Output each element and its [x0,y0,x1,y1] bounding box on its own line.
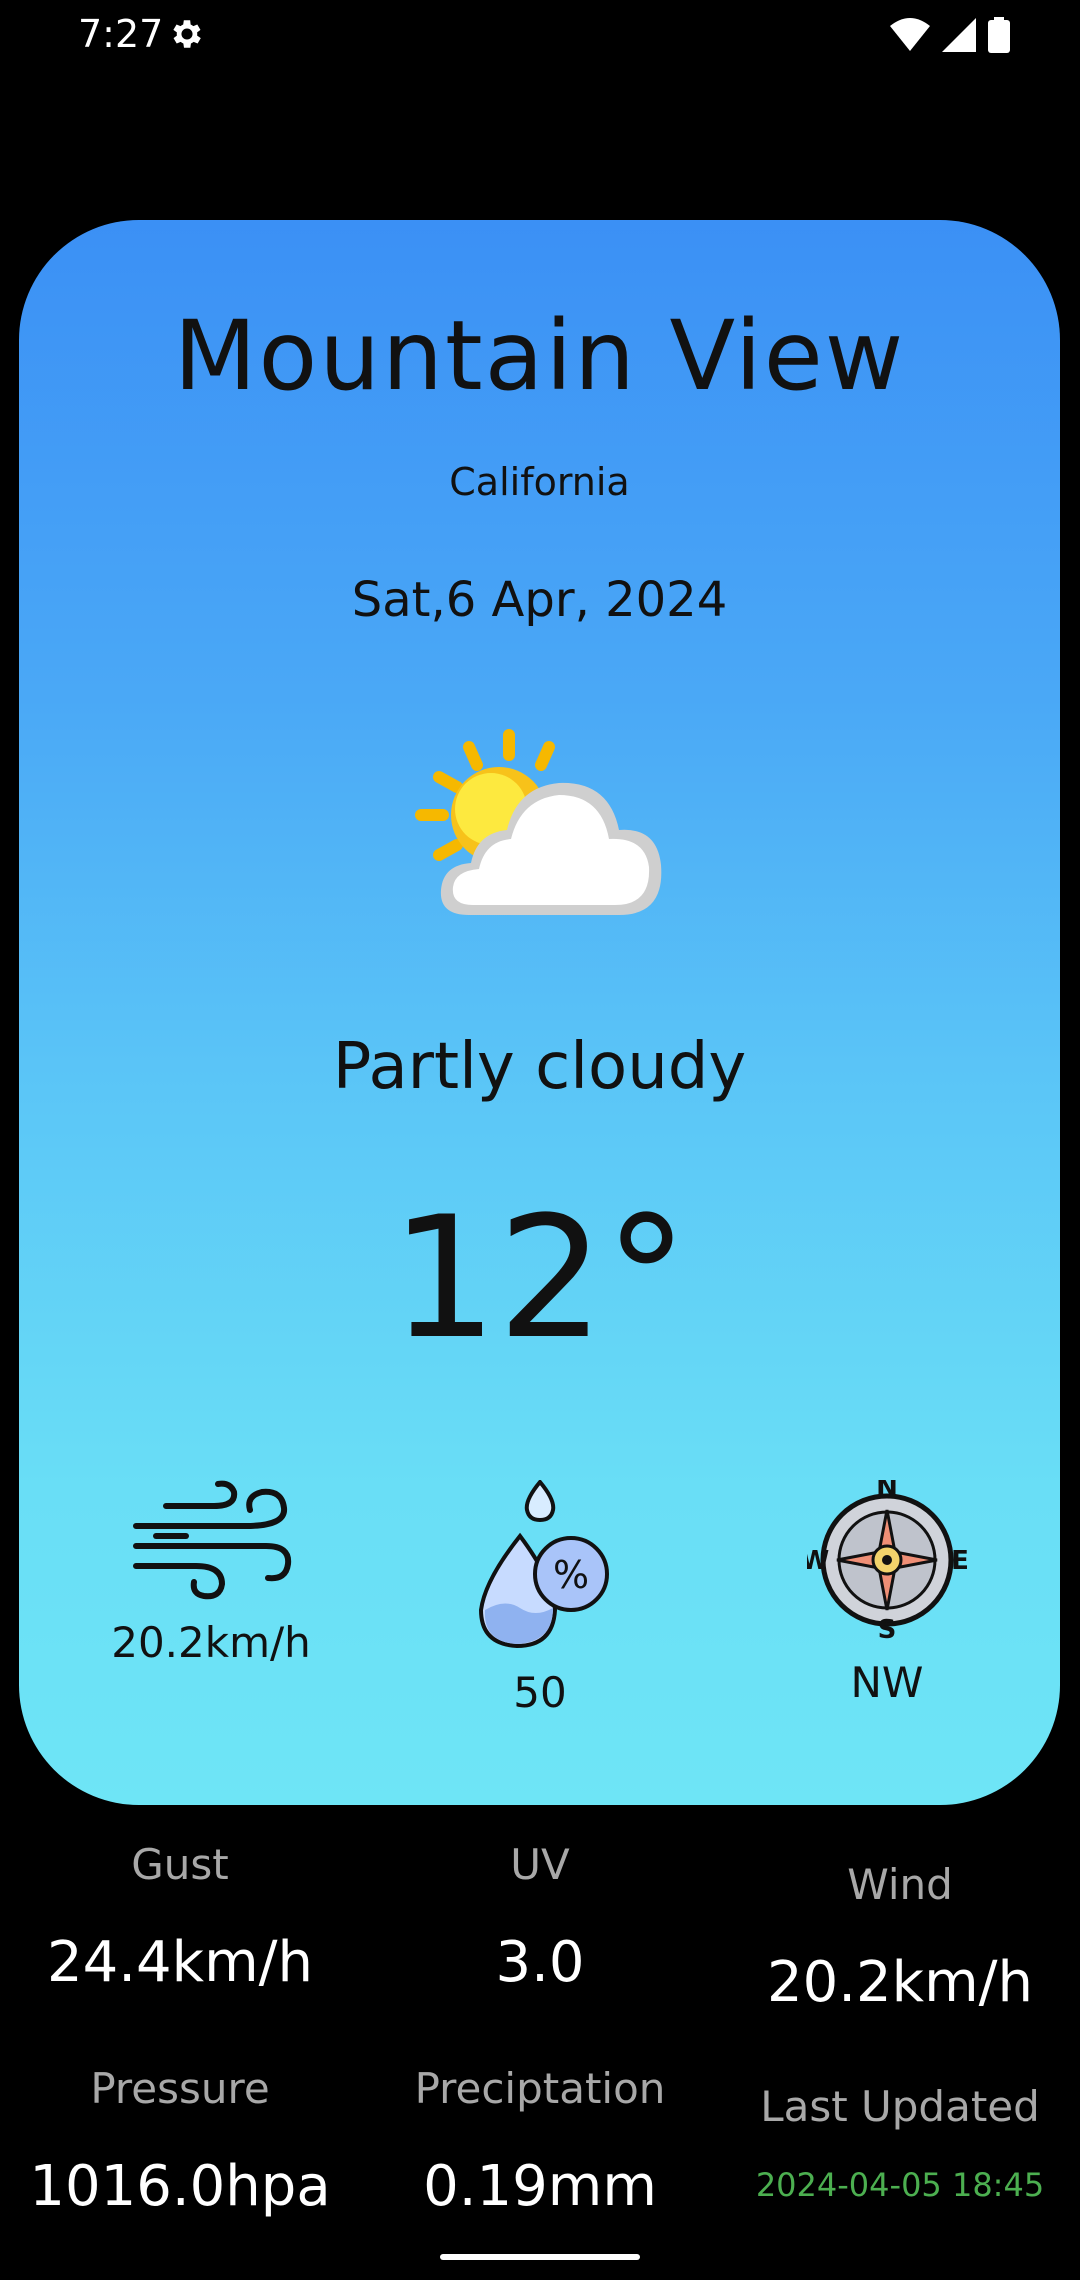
compass-icon: N S W E [807,1480,967,1640]
status-time: 7:27 [78,12,164,56]
wind-label: Wind [847,1860,953,1909]
svg-text:W: W [807,1546,829,1576]
city-name: Mountain View [173,300,906,412]
humidity-stat: % 50 [390,1480,690,1717]
precipitation-label: Preciptation [414,2064,666,2113]
region-name: California [449,460,630,504]
uv-label: UV [510,1840,570,1889]
gust-label: Gust [131,1840,229,1889]
partly-cloudy-icon [415,729,662,915]
pressure-label: Pressure [90,2064,270,2113]
wind-icon [133,1480,292,1600]
wind-direction-value: NW [850,1658,924,1707]
home-indicator[interactable] [440,2254,640,2260]
uv-value: 3.0 [495,1930,585,1995]
temperature-value: 12° [390,1180,689,1376]
wind-value: 20.2km/h [766,1950,1034,2015]
humidity-icon: % [478,1480,609,1649]
wifi-icon [890,18,930,51]
svg-text:%: % [553,1553,589,1597]
settings-icon [173,20,201,48]
humidity-value: 50 [513,1668,567,1717]
wind-speed-stat: 20.2km/h [61,1480,361,1667]
status-bar: 7:27 [0,0,1080,70]
wind-speed-value: 20.2km/h [111,1618,311,1667]
gust-value: 24.4km/h [46,1930,314,1995]
last-updated-value: 2024-04-05 18:45 [755,2166,1045,2204]
svg-text:S: S [878,1615,897,1640]
battery-icon [988,17,1010,53]
weather-card: Mountain View California Sat,6 Apr, 2024… [19,220,1060,1805]
date-label: Sat,6 Apr, 2024 [351,572,728,628]
precipitation-value: 0.19mm [423,2154,657,2219]
svg-text:N: N [876,1480,898,1503]
svg-text:E: E [951,1546,967,1576]
last-updated-label: Last Updated [760,2082,1040,2131]
condition-text: Partly cloudy [332,1030,747,1104]
pressure-value: 1016.0hpa [29,2154,331,2219]
wind-direction-stat: N S W E NW [737,1480,1037,1707]
signal-icon [942,18,976,52]
